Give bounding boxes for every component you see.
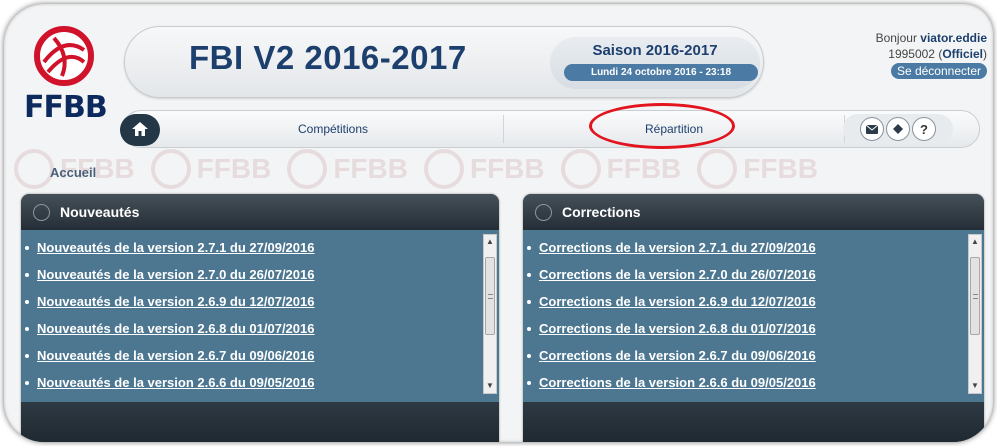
correction-link[interactable]: Corrections de la version 2.6.7 du 09/06… [539, 346, 816, 366]
user-greeting: Bonjour viator.eddie [875, 31, 987, 45]
home-icon [132, 122, 148, 136]
logo-text: FFBB [24, 90, 108, 125]
ffbb-logo[interactable]: FFBB [18, 26, 110, 156]
nav-icon-group: ? [843, 114, 953, 144]
basketball-icon [535, 203, 552, 221]
corrections-list-container: Corrections de la version 2.7.1 du 27/09… [523, 230, 984, 402]
season-label: Saison 2016-2017 [592, 42, 718, 59]
scrollbar[interactable]: ▲ ▼ [483, 234, 497, 394]
user-id-line: 1995002 (Officiel) [888, 47, 987, 61]
news-link[interactable]: Nouveautés de la version 2.7.1 du 27/09/… [37, 238, 314, 258]
list-item: Nouveautés de la version 2.7.1 du 27/09/… [25, 238, 499, 265]
correction-link[interactable]: Corrections de la version 2.6.6 du 09/05… [539, 373, 816, 393]
nav-competitions[interactable]: Compétitions [163, 111, 503, 147]
mail-icon[interactable] [860, 117, 884, 141]
list-item: Corrections de la version 2.6.8 du 01/07… [527, 319, 984, 346]
news-link[interactable]: Nouveautés de la version 2.6.6 du 09/05/… [37, 373, 314, 393]
news-panel: Nouveautés Nouveautés de la version 2.7.… [21, 194, 499, 442]
list-item: Corrections de la version 2.6.6 du 09/05… [527, 373, 984, 400]
correction-link[interactable]: Corrections de la version 2.6.9 du 12/07… [539, 292, 816, 312]
scrollbar[interactable]: ▲ ▼ [968, 234, 982, 394]
panel-title: Corrections [562, 204, 641, 220]
list-item: Nouveautés de la version 2.6.9 du 12/07/… [25, 292, 499, 319]
panel-footer [523, 402, 984, 442]
help-icon[interactable]: ? [912, 117, 936, 141]
scroll-up-arrow-icon[interactable]: ▲ [484, 235, 496, 249]
panel-footer [21, 402, 499, 442]
watermark-logo: FFBB [560, 144, 681, 194]
list-item: Corrections de la version 2.6.9 du 12/07… [527, 292, 984, 319]
breadcrumb[interactable]: Accueil [50, 165, 96, 180]
news-link[interactable]: Nouveautés de la version 2.7.0 du 26/07/… [37, 265, 314, 285]
panel-header: Corrections [523, 194, 984, 230]
current-datetime: Lundi 24 octobre 2016 - 23:18 [564, 64, 758, 81]
book-icon[interactable] [886, 117, 910, 141]
season-box: Saison 2016-2017 Lundi 24 octobre 2016 -… [550, 37, 760, 89]
scroll-thumb[interactable] [485, 257, 495, 335]
corrections-panel: Corrections Corrections de la version 2.… [523, 194, 984, 442]
news-link[interactable]: Nouveautés de la version 2.6.9 du 12/07/… [37, 292, 314, 312]
list-item: Nouveautés de la version 2.7.0 du 26/07/… [25, 265, 499, 292]
watermark-logo: FFBB [697, 144, 818, 194]
list-item: Nouveautés de la version 2.6.8 du 01/07/… [25, 319, 499, 346]
header-banner: FBI V2 2016-2017 Saison 2016-2017 Lundi … [124, 26, 764, 98]
list-item: Nouveautés de la version 2.6.7 du 09/06/… [25, 346, 499, 373]
basketball-icon [33, 203, 50, 221]
news-link[interactable]: Nouveautés de la version 2.6.8 du 01/07/… [37, 319, 314, 339]
correction-link[interactable]: Corrections de la version 2.7.1 du 27/09… [539, 238, 816, 258]
scroll-up-arrow-icon[interactable]: ▲ [969, 235, 981, 249]
user-info: Bonjour viator.eddie 1995002 (Officiel) … [876, 30, 987, 79]
list-item: Nouveautés de la version 2.6.6 du 09/05/… [25, 373, 499, 400]
news-list-container: Nouveautés de la version 2.7.1 du 27/09/… [21, 230, 499, 402]
news-link[interactable]: Nouveautés de la version 2.6.7 du 09/06/… [37, 346, 314, 366]
watermark: FFBB FFBB FFBB FFBB FFBB FFBB [4, 144, 993, 194]
news-list: Nouveautés de la version 2.7.1 du 27/09/… [21, 230, 499, 400]
correction-link[interactable]: Corrections de la version 2.7.0 du 26/07… [539, 265, 816, 285]
correction-link[interactable]: Corrections de la version 2.6.8 du 01/07… [539, 319, 816, 339]
panel-title: Nouveautés [60, 204, 140, 220]
app-frame: FFBB FFBB FFBB FFBB FFBB FFBB FFBB FBI V… [4, 4, 993, 442]
highlight-annotation [589, 103, 735, 149]
watermark-logo: FFBB [150, 144, 271, 194]
scroll-down-arrow-icon[interactable]: ▼ [484, 379, 496, 393]
username: viator.eddie [920, 31, 987, 45]
basketball-icon [34, 26, 94, 86]
watermark-logo: FFBB [287, 144, 408, 194]
scroll-down-arrow-icon[interactable]: ▼ [969, 379, 981, 393]
home-button[interactable] [120, 114, 160, 146]
list-item: Corrections de la version 2.7.0 du 26/07… [527, 265, 984, 292]
logout-button[interactable]: Se déconnecter [890, 63, 987, 79]
user-role: Officiel [942, 47, 983, 61]
watermark-logo: FFBB [423, 144, 545, 194]
main-nav: Compétitions Répartition ? [120, 110, 980, 148]
list-item: Corrections de la version 2.6.7 du 09/06… [527, 346, 984, 373]
app-title: FBI V2 2016-2017 [189, 39, 467, 76]
corrections-list: Corrections de la version 2.7.1 du 27/09… [523, 230, 984, 400]
list-item: Corrections de la version 2.7.1 du 27/09… [527, 238, 984, 265]
panel-header: Nouveautés [21, 194, 499, 230]
scroll-thumb[interactable] [970, 257, 980, 335]
